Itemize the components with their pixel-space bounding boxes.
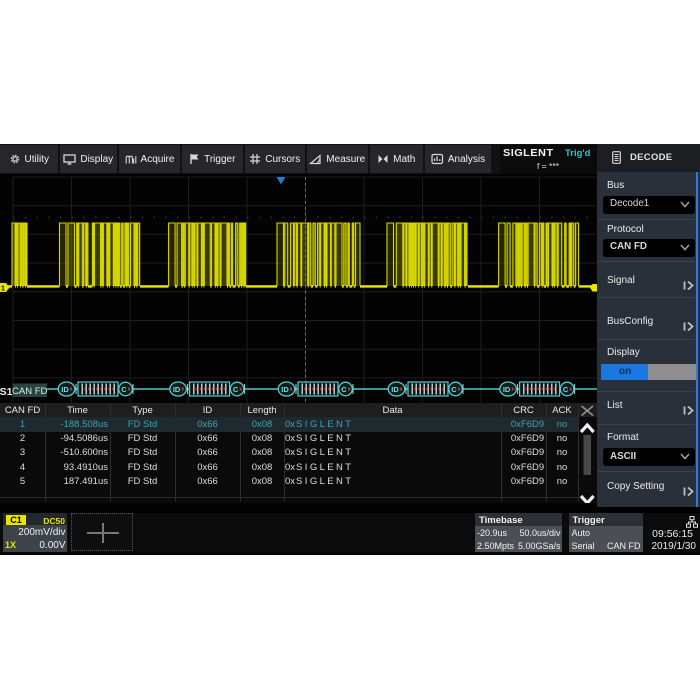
svg-text:C: C bbox=[121, 385, 127, 394]
svg-text:ID: ID bbox=[173, 385, 181, 394]
svg-text:S1: S1 bbox=[0, 386, 13, 398]
svg-text:C: C bbox=[341, 385, 347, 394]
svg-text:C: C bbox=[563, 385, 569, 394]
svg-text:1: 1 bbox=[1, 286, 5, 293]
svg-text:ID: ID bbox=[281, 385, 289, 394]
svg-text:ID: ID bbox=[61, 385, 69, 394]
svg-text:ID: ID bbox=[503, 385, 511, 394]
svg-text:C: C bbox=[451, 385, 457, 394]
svg-text:CAN FD: CAN FD bbox=[12, 386, 48, 397]
svg-text:ID: ID bbox=[391, 385, 399, 394]
svg-text:C: C bbox=[233, 385, 239, 394]
